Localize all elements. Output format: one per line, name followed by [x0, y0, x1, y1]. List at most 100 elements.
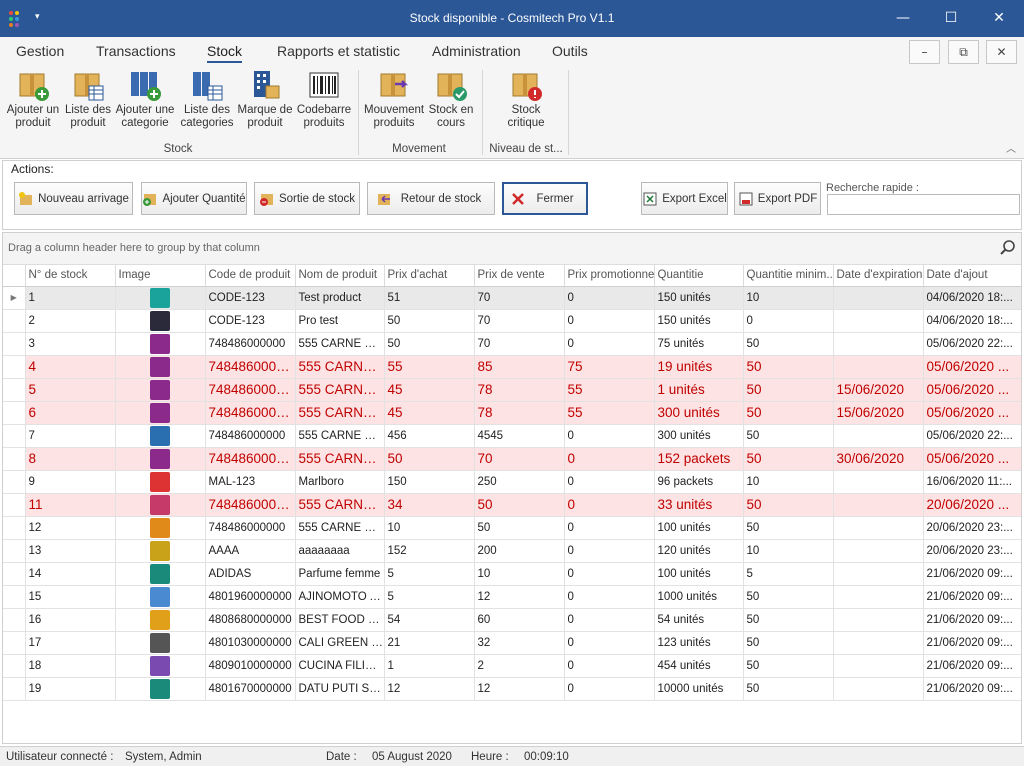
cell-no-stock[interactable]: 11 — [25, 493, 116, 517]
cell-prix-achat[interactable]: 12 — [384, 677, 475, 701]
cell-image[interactable] — [115, 309, 206, 333]
row-indicator[interactable] — [3, 585, 26, 609]
stock-en-cours-button[interactable]: Stock en cours — [426, 68, 476, 130]
cell-prix-vente[interactable]: 70 — [474, 447, 565, 471]
cell-code[interactable]: 7484860000... — [205, 378, 296, 402]
cell-prix-achat[interactable]: 50 — [384, 332, 475, 356]
cell-prix-promo[interactable]: 0 — [564, 608, 655, 632]
cell-date-ajout[interactable]: 05/06/2020 ... — [923, 355, 1021, 379]
cell-date-expiration[interactable] — [833, 286, 924, 310]
table-row[interactable]: 8 7484860000... 555 CARNE ... 50 70 0 152 pack… — [3, 447, 1021, 471]
row-indicator[interactable] — [3, 447, 26, 471]
cell-no-stock[interactable]: 9 — [25, 470, 116, 494]
table-row[interactable]: 15 4801960000000 AJINOMOTO A... 5 12 0 1000 un… — [3, 585, 1021, 609]
cell-date-expiration[interactable] — [833, 562, 924, 586]
cell-prix-achat[interactable]: 152 — [384, 539, 475, 563]
cell-prix-promo[interactable]: 0 — [564, 332, 655, 356]
table-row[interactable]: 9 MAL-123 Marlboro 150 250 0 96 packets 10 16/06… — [3, 470, 1021, 494]
cell-nom[interactable]: Test product — [295, 286, 385, 310]
cell-prix-vente[interactable]: 4545 — [474, 424, 565, 448]
cell-no-stock[interactable]: 14 — [25, 562, 116, 586]
col-header-code[interactable]: Code de produit — [205, 265, 296, 287]
cell-quantite-min[interactable]: 50 — [743, 424, 834, 448]
cell-image[interactable] — [115, 470, 206, 494]
cell-date-ajout[interactable]: 21/06/2020 09:... — [923, 677, 1021, 701]
cell-prix-promo[interactable]: 0 — [564, 677, 655, 701]
cell-nom[interactable]: 555 CARNE ... — [295, 447, 385, 471]
cell-date-ajout[interactable]: 21/06/2020 09:... — [923, 585, 1021, 609]
cell-nom[interactable]: BEST FOOD M... — [295, 608, 385, 632]
cell-date-ajout[interactable]: 04/06/2020 18:... — [923, 286, 1021, 310]
cell-prix-promo[interactable]: 0 — [564, 539, 655, 563]
ajouter-categorie-button[interactable]: Ajouter une categorie — [114, 68, 176, 130]
cell-quantite[interactable]: 100 unités — [654, 516, 744, 540]
cell-no-stock[interactable]: 17 — [25, 631, 116, 655]
cell-image[interactable] — [115, 562, 206, 586]
cell-quantite-min[interactable]: 50 — [743, 447, 834, 471]
cell-image[interactable] — [115, 493, 206, 517]
export-pdf-button[interactable]: Export PDF — [734, 182, 821, 215]
cell-prix-achat[interactable]: 10 — [384, 516, 475, 540]
cell-quantite-min[interactable]: 50 — [743, 677, 834, 701]
row-indicator[interactable] — [3, 654, 26, 678]
cell-date-expiration[interactable] — [833, 654, 924, 678]
cell-quantite-min[interactable]: 5 — [743, 562, 834, 586]
table-row[interactable]: 4 7484860000... 555 CARNE ... 55 85 75 19 unit… — [3, 355, 1021, 379]
cell-code[interactable]: CODE-123 — [205, 286, 296, 310]
cell-date-ajout[interactable]: 05/06/2020 22:... — [923, 424, 1021, 448]
cell-code[interactable]: ADIDAS — [205, 562, 296, 586]
tab-rapports[interactable]: Rapports et statistic — [277, 43, 400, 59]
cell-prix-achat[interactable]: 50 — [384, 309, 475, 333]
row-indicator[interactable] — [3, 608, 26, 632]
cell-date-ajout[interactable]: 16/06/2020 11:... — [923, 470, 1021, 494]
row-indicator[interactable] — [3, 470, 26, 494]
cell-date-ajout[interactable]: 21/06/2020 09:... — [923, 631, 1021, 655]
row-indicator[interactable] — [3, 401, 26, 425]
liste-produit-button[interactable]: Liste des produit — [62, 68, 114, 130]
cell-prix-achat[interactable]: 150 — [384, 470, 475, 494]
cell-quantite[interactable]: 150 unités — [654, 309, 744, 333]
cell-prix-achat[interactable]: 54 — [384, 608, 475, 632]
cell-prix-promo[interactable]: 0 — [564, 424, 655, 448]
cell-nom[interactable]: Marlboro — [295, 470, 385, 494]
cell-date-expiration[interactable] — [833, 677, 924, 701]
cell-prix-achat[interactable]: 55 — [384, 355, 475, 379]
cell-date-expiration[interactable]: 30/06/2020 — [833, 447, 924, 471]
row-indicator[interactable] — [3, 378, 26, 402]
cell-quantite[interactable]: 54 unités — [654, 608, 744, 632]
tab-transactions[interactable]: Transactions — [96, 43, 176, 59]
table-row[interactable]: 2 CODE-123 Pro test 50 70 0 150 unités 0 04/06/2… — [3, 309, 1021, 333]
cell-no-stock[interactable]: 16 — [25, 608, 116, 632]
cell-prix-promo[interactable]: 0 — [564, 654, 655, 678]
cell-date-expiration[interactable] — [833, 539, 924, 563]
cell-no-stock[interactable]: 1 — [25, 286, 116, 310]
cell-prix-promo[interactable]: 55 — [564, 401, 655, 425]
row-indicator[interactable] — [3, 309, 26, 333]
marque-produit-button[interactable]: Marque de produit — [236, 68, 294, 130]
cell-prix-achat[interactable]: 51 — [384, 286, 475, 310]
cell-quantite-min[interactable]: 10 — [743, 539, 834, 563]
cell-prix-vente[interactable]: 50 — [474, 493, 565, 517]
cell-date-ajout[interactable]: 20/06/2020 ... — [923, 493, 1021, 517]
cell-quantite[interactable]: 300 unités — [654, 424, 744, 448]
cell-image[interactable] — [115, 539, 206, 563]
cell-date-ajout[interactable]: 20/06/2020 23:... — [923, 516, 1021, 540]
cell-prix-promo[interactable]: 0 — [564, 286, 655, 310]
cell-date-expiration[interactable] — [833, 493, 924, 517]
cell-date-ajout[interactable]: 04/06/2020 18:... — [923, 309, 1021, 333]
col-header-quantite[interactable]: Quantitie — [654, 265, 744, 287]
cell-code[interactable]: 4809010000000 — [205, 654, 296, 678]
table-row[interactable]: 16 4808680000000 BEST FOOD M... 54 60 0 54 uni… — [3, 608, 1021, 632]
cell-no-stock[interactable]: 6 — [25, 401, 116, 425]
cell-prix-promo[interactable]: 0 — [564, 470, 655, 494]
mdi-restore-button[interactable]: ⧉ — [948, 40, 979, 64]
cell-code[interactable]: 7484860000... — [205, 493, 296, 517]
cell-prix-promo[interactable]: 0 — [564, 309, 655, 333]
cell-nom[interactable]: CALI GREEN PI... — [295, 631, 385, 655]
col-header-quantite-min[interactable]: Quantitie minim... — [743, 265, 834, 287]
col-header-no-stock[interactable]: N° de stock — [25, 265, 116, 287]
col-header-image[interactable]: Image — [115, 265, 206, 287]
cell-quantite[interactable]: 1 unités — [654, 378, 744, 402]
cell-no-stock[interactable]: 4 — [25, 355, 116, 379]
cell-prix-achat[interactable]: 45 — [384, 378, 475, 402]
